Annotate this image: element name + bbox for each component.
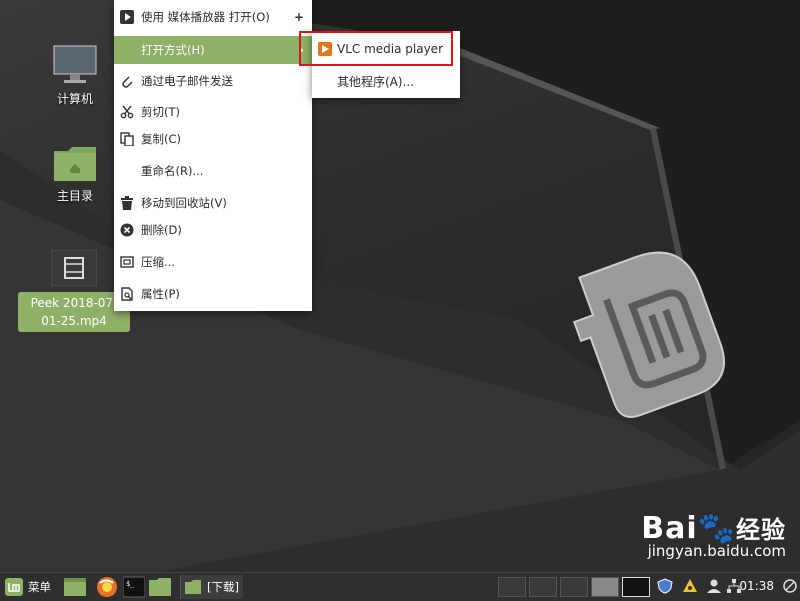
menu-item-compress[interactable]: 压缩... <box>114 248 312 276</box>
menu-item-label: 使用 媒体播放器 打开(O) <box>141 10 270 24</box>
firefox-launcher[interactable] <box>96 576 118 598</box>
desktop-icon-label: 计算机 <box>56 92 93 106</box>
mint-menu-icon <box>5 578 23 596</box>
menu-item-label: 删除(D) <box>141 223 182 237</box>
menu-item-label: 属性(P) <box>141 287 180 301</box>
paperclip-icon <box>120 74 134 88</box>
menu-item-label: 剪切(T) <box>141 105 180 119</box>
svg-text:$_: $_ <box>126 580 135 588</box>
update-manager-icon[interactable] <box>682 578 698 594</box>
folder-icon <box>185 580 201 594</box>
menu-item-delete[interactable]: 删除(D) <box>114 216 312 244</box>
media-player-icon <box>120 10 134 24</box>
menu-item-copy[interactable]: 复制(C) <box>114 125 312 153</box>
paw-icon: 🐾 <box>697 511 736 546</box>
watermark-brand-sub: 经验 <box>736 516 786 544</box>
desktop-icon-label-line2: 01-25.mp4 <box>41 314 107 328</box>
home-folder-icon <box>54 147 96 181</box>
properties-icon <box>120 287 134 301</box>
menu-item-label: 重命名(R)... <box>141 164 204 178</box>
watermark-brand: Bai🐾经验 <box>641 510 786 546</box>
desktop-icon-label-line1: Peek 2018-07- <box>30 296 118 310</box>
window-button-label: [下载] <box>207 580 239 594</box>
watermark-brand-text: Bai <box>641 511 698 546</box>
shield-icon[interactable] <box>657 578 673 594</box>
workspace-2[interactable] <box>529 577 557 597</box>
workspace-5[interactable] <box>622 577 650 597</box>
submenu-item-label: 其他程序(A)... <box>337 74 415 89</box>
menu-button[interactable]: 菜单 <box>4 576 51 598</box>
menu-item-label: 通过电子邮件发送 <box>141 74 233 88</box>
computer-icon <box>53 45 97 83</box>
firefox-icon <box>97 577 117 597</box>
workspace-4-active[interactable] <box>591 577 619 597</box>
show-desktop-launcher[interactable] <box>64 576 86 598</box>
user-icon[interactable] <box>706 578 722 594</box>
desktop-icon-home[interactable]: 主目录 <box>25 145 125 204</box>
menu-item-move-to-trash[interactable]: 移动到回收站(V) <box>114 189 312 217</box>
window-list-icon[interactable] <box>782 578 798 594</box>
menu-item-open-with[interactable]: 打开方式(H) › <box>114 36 312 64</box>
menu-button-label: 菜单 <box>28 580 51 594</box>
menu-item-cut[interactable]: 剪切(T) <box>114 98 312 126</box>
menu-item-label: 打开方式(H) <box>141 43 205 57</box>
context-menu: 使用 媒体播放器 打开(O) + 打开方式(H) › 通过电子邮件发送 剪切(T… <box>114 0 312 311</box>
terminal-icon: $_ <box>123 576 145 598</box>
archive-icon <box>120 255 134 269</box>
desktop-icon-computer[interactable]: 计算机 <box>25 44 125 107</box>
video-file-icon <box>51 250 97 286</box>
taskbar-panel: 菜单 $_ [下载] 01:38 <box>0 572 800 601</box>
menu-item-send-email[interactable]: 通过电子邮件发送 <box>114 67 312 95</box>
files-launcher[interactable] <box>149 576 171 598</box>
submenu-item-other-application[interactable]: 其他程序(A)... <box>312 66 460 96</box>
desktop-icon-label: 主目录 <box>56 189 93 203</box>
watermark-url: jingyan.baidu.com <box>647 542 786 560</box>
menu-item-rename[interactable]: 重命名(R)... <box>114 157 312 185</box>
workspace-3[interactable] <box>560 577 588 597</box>
baidu-watermark: Bai🐾经验 jingyan.baidu.com <box>641 510 786 560</box>
copy-icon <box>120 132 134 146</box>
clock[interactable]: 01:38 <box>739 579 774 593</box>
menu-item-properties[interactable]: 属性(P) <box>114 280 312 308</box>
highlight-annotation-box <box>299 31 453 66</box>
menu-item-label: 压缩... <box>141 255 175 269</box>
delete-icon <box>120 223 134 237</box>
menu-item-label: 移动到回收站(V) <box>141 196 227 210</box>
terminal-launcher[interactable]: $_ <box>123 576 145 598</box>
plus-icon: + <box>293 10 304 24</box>
scissors-icon <box>120 105 134 119</box>
menu-item-label: 复制(C) <box>141 132 182 146</box>
trash-icon <box>120 196 134 210</box>
folder-icon <box>149 578 171 596</box>
workspace-1[interactable] <box>498 577 526 597</box>
show-desktop-icon <box>64 578 86 596</box>
menu-item-open-with-media-player[interactable]: 使用 媒体播放器 打开(O) + <box>114 3 312 31</box>
window-button-downloads[interactable]: [下载] <box>180 575 243 599</box>
